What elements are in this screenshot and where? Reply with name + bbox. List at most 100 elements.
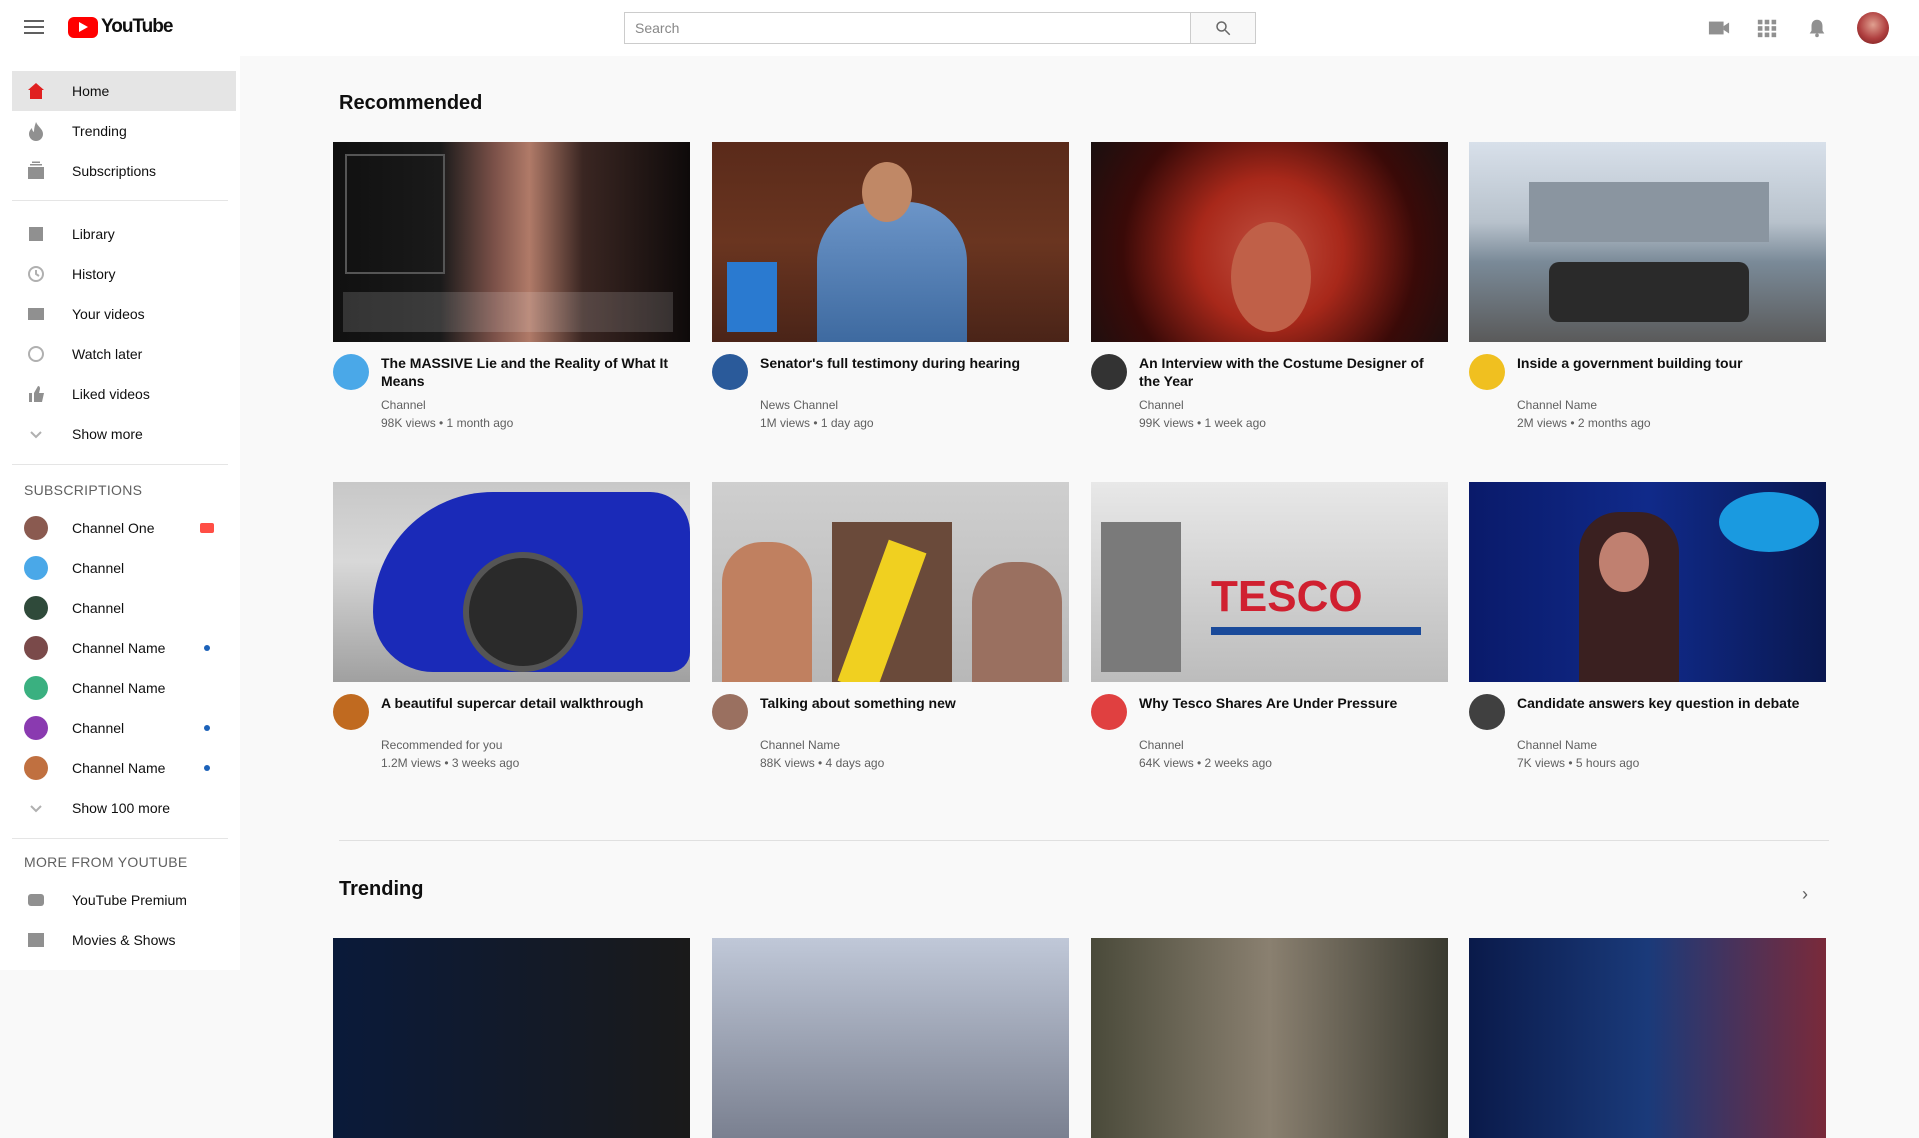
sidebar-subscription-item[interactable]: Channel <box>12 708 236 748</box>
more-from-youtube-heading: MORE FROM YOUTUBE <box>24 854 188 870</box>
sidebar-item-label: Liked videos <box>72 386 150 402</box>
video-thumbnail[interactable] <box>712 482 1069 682</box>
video-card[interactable]: The MASSIVE Lie and the Reality of What … <box>333 142 690 434</box>
video-stats: 2M views • 2 months ago <box>1517 416 1651 430</box>
sidebar-item-show-more[interactable]: Show more <box>12 414 236 454</box>
new-content-dot <box>204 645 210 651</box>
video-card[interactable] <box>712 938 1069 1138</box>
thumbnail-graphic <box>727 262 777 332</box>
sidebar-item-home[interactable]: Home <box>12 71 236 111</box>
video-title[interactable]: Talking about something new <box>760 694 1060 712</box>
video-thumbnail[interactable] <box>1091 938 1448 1138</box>
video-card[interactable] <box>1091 938 1448 1138</box>
thumbnail-graphic <box>345 154 445 274</box>
shelf-divider <box>339 840 1829 841</box>
video-thumbnail[interactable] <box>333 938 690 1138</box>
shelf-title-recommended: Recommended <box>339 92 483 114</box>
video-card[interactable]: TESCO Why Tesco Shares Are Under Pressur… <box>1091 482 1448 774</box>
sidebar-subscription-item[interactable]: Channel One <box>12 508 236 548</box>
video-title[interactable]: Why Tesco Shares Are Under Pressure <box>1139 694 1439 712</box>
sidebar-item-history[interactable]: History <box>12 254 236 294</box>
video-title[interactable]: Candidate answers key question in debate <box>1517 694 1817 712</box>
channel-name[interactable]: Channel Name <box>1517 398 1597 412</box>
new-content-dot <box>204 725 210 731</box>
video-thumbnail[interactable] <box>1469 938 1826 1138</box>
sidebar-item-label: Channel <box>72 560 125 576</box>
sidebar-item-label: Show 100 more <box>72 800 171 816</box>
video-title[interactable]: Senator's full testimony during hearing <box>760 354 1060 372</box>
search-button[interactable] <box>1191 12 1256 44</box>
sidebar-subscription-item[interactable]: Channel Name <box>12 668 236 708</box>
channel-avatar[interactable] <box>1469 354 1505 390</box>
channel-name[interactable]: Channel Name <box>760 738 840 752</box>
sidebar-subscription-item[interactable]: Channel <box>12 548 236 588</box>
sidebar-item-liked-videos[interactable]: Liked videos <box>12 374 236 414</box>
video-thumbnail[interactable] <box>1469 142 1826 342</box>
sidebar-item-premium[interactable]: YouTube Premium <box>12 880 236 920</box>
apps-icon[interactable] <box>1756 18 1778 38</box>
channel-name[interactable]: Channel <box>1139 738 1184 752</box>
sidebar-item-show-more-subs[interactable]: Show 100 more <box>12 788 236 828</box>
video-card[interactable] <box>333 938 690 1138</box>
your-videos-icon <box>24 302 48 326</box>
channel-name[interactable]: Channel <box>1139 398 1184 412</box>
sidebar-item-label: Channel Name <box>72 680 166 696</box>
channel-avatar[interactable] <box>1469 694 1505 730</box>
sidebar-subscription-item[interactable]: Channel Name <box>12 628 236 668</box>
channel-avatar[interactable] <box>333 354 369 390</box>
sidebar-subscription-item[interactable]: Channel <box>12 588 236 628</box>
channel-avatar[interactable] <box>333 694 369 730</box>
video-thumbnail[interactable] <box>333 142 690 342</box>
video-card[interactable] <box>1469 938 1826 1138</box>
video-stats: 7K views • 5 hours ago <box>1517 756 1640 770</box>
masthead: YouTube Search <box>0 0 1919 56</box>
movies-icon <box>24 928 48 952</box>
video-card[interactable]: Inside a government building tour Channe… <box>1469 142 1826 434</box>
sidebar-divider <box>12 838 228 839</box>
video-title[interactable]: Inside a government building tour <box>1517 354 1817 372</box>
menu-icon[interactable] <box>22 16 46 40</box>
sidebar-item-trending[interactable]: Trending <box>12 111 236 151</box>
channel-avatar <box>24 676 48 700</box>
notifications-icon[interactable] <box>1806 18 1828 38</box>
youtube-logo[interactable]: YouTube <box>68 16 173 38</box>
chevron-right-icon[interactable]: › <box>1793 884 1817 908</box>
channel-avatar[interactable] <box>712 354 748 390</box>
channel-avatar[interactable] <box>1091 694 1127 730</box>
video-stats: 88K views • 4 days ago <box>760 756 885 770</box>
video-title[interactable]: A beautiful supercar detail walkthrough <box>381 694 681 712</box>
sidebar-item-label: Show more <box>72 426 143 442</box>
sidebar-item-label: Channel Name <box>72 760 166 776</box>
sidebar-subscription-item[interactable]: Channel Name <box>12 748 236 788</box>
video-thumbnail[interactable] <box>712 938 1069 1138</box>
video-title[interactable]: The MASSIVE Lie and the Reality of What … <box>381 354 681 390</box>
video-card[interactable]: Candidate answers key question in debate… <box>1469 482 1826 774</box>
video-title[interactable]: An Interview with the Costume Designer o… <box>1139 354 1439 390</box>
channel-avatar[interactable] <box>1091 354 1127 390</box>
channel-name[interactable]: Channel Name <box>1517 738 1597 752</box>
video-card[interactable]: Talking about something new Channel Name… <box>712 482 1069 774</box>
channel-avatar[interactable] <box>712 694 748 730</box>
video-thumbnail[interactable] <box>333 482 690 682</box>
sidebar-item-watch-later[interactable]: Watch later <box>12 334 236 374</box>
video-card[interactable]: An Interview with the Costume Designer o… <box>1091 142 1448 434</box>
subscriptions-heading: SUBSCRIPTIONS <box>24 482 143 498</box>
video-thumbnail[interactable] <box>712 142 1069 342</box>
create-video-icon[interactable] <box>1708 18 1730 38</box>
channel-name[interactable]: Recommended for you <box>381 738 502 752</box>
video-card[interactable]: Senator's full testimony during hearing … <box>712 142 1069 434</box>
sidebar-item-your-videos[interactable]: Your videos <box>12 294 236 334</box>
sidebar-item-subscriptions[interactable]: Subscriptions <box>12 151 236 191</box>
sidebar-item-label: Channel <box>72 720 125 736</box>
video-thumbnail[interactable] <box>1091 142 1448 342</box>
video-thumbnail[interactable] <box>1469 482 1826 682</box>
account-avatar[interactable] <box>1857 12 1889 44</box>
channel-name[interactable]: News Channel <box>760 398 838 412</box>
history-icon <box>24 262 48 286</box>
channel-name[interactable]: Channel <box>381 398 426 412</box>
search-input[interactable]: Search <box>624 12 1191 44</box>
video-thumbnail[interactable]: TESCO <box>1091 482 1448 682</box>
sidebar-item-library[interactable]: Library <box>12 214 236 254</box>
sidebar-item-movies[interactable]: Movies & Shows <box>12 920 236 960</box>
video-card[interactable]: A beautiful supercar detail walkthrough … <box>333 482 690 774</box>
